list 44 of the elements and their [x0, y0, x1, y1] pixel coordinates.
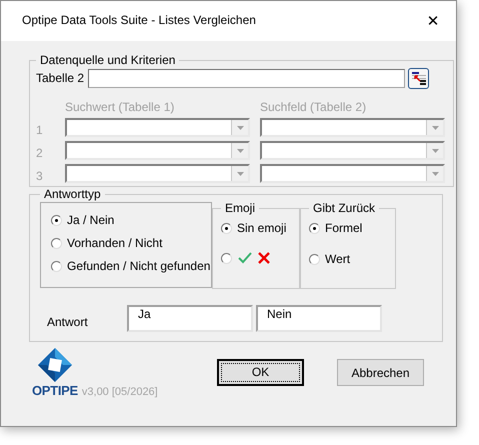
row-number: 2 — [36, 146, 44, 160]
window-title: Optipe Data Tools Suite - Listes Vergleichen — [22, 13, 256, 27]
field-label: Tabelle 2 — [36, 71, 86, 85]
dropdown-field[interactable] — [260, 141, 445, 160]
radio-option[interactable]: Wert — [309, 252, 387, 266]
range-input-field[interactable] — [88, 68, 405, 88]
column-header: Suchwert (Tabelle 1) — [65, 100, 176, 114]
radio-option[interactable]: Vorhanden / Nicht — [51, 236, 211, 250]
close-button[interactable]: ✕ — [410, 6, 456, 36]
radio-button[interactable] — [221, 222, 232, 234]
row-number: 1 — [36, 123, 44, 137]
radio-option[interactable]: Sin emoji — [221, 221, 291, 235]
cross-icon — [258, 252, 270, 264]
radio-button[interactable] — [51, 238, 62, 248]
radio-button[interactable] — [221, 252, 232, 264]
range-select-icon — [410, 71, 426, 85]
version-text: v3,00 [05/2026] — [82, 386, 158, 398]
radio-option[interactable]: Gefunden / Nicht gefunden — [51, 259, 211, 273]
dropdown-field[interactable] — [260, 164, 445, 183]
answer-text-field[interactable]: Ja — [127, 305, 253, 332]
radio-button[interactable] — [309, 222, 320, 234]
dialog-button[interactable]: OK — [217, 359, 304, 386]
group-legend: Gibt Zurück — [309, 201, 380, 215]
group-legend: Datenquelle und Kriterien — [36, 53, 180, 67]
dropdown-field[interactable] — [65, 164, 250, 183]
dialog-button[interactable]: Abbrechen — [337, 359, 424, 386]
radio-option[interactable]: Formel — [309, 221, 387, 235]
field-label: Antwort — [46, 314, 89, 328]
dropdown-field[interactable] — [260, 118, 445, 137]
group-legend: Antworttyp — [40, 187, 105, 201]
answer-text-field[interactable]: Nein — [256, 305, 382, 332]
brand-name: OPTIPE — [32, 383, 78, 398]
radio-option[interactable]: Ja / Nein — [51, 213, 211, 227]
radio-button[interactable] — [51, 214, 62, 226]
dropdown-field[interactable] — [65, 141, 250, 160]
range-picker-button[interactable] — [408, 68, 429, 88]
group-legend: Emoji — [221, 201, 260, 215]
logo-icon — [37, 347, 73, 383]
radio-button[interactable] — [51, 260, 62, 272]
check-mark-icon — [238, 252, 252, 264]
radio-button[interactable] — [309, 254, 320, 264]
row-number: 3 — [36, 169, 44, 183]
column-header: Suchfeld (Tabelle 2) — [260, 100, 368, 114]
dropdown-field[interactable] — [65, 118, 250, 137]
